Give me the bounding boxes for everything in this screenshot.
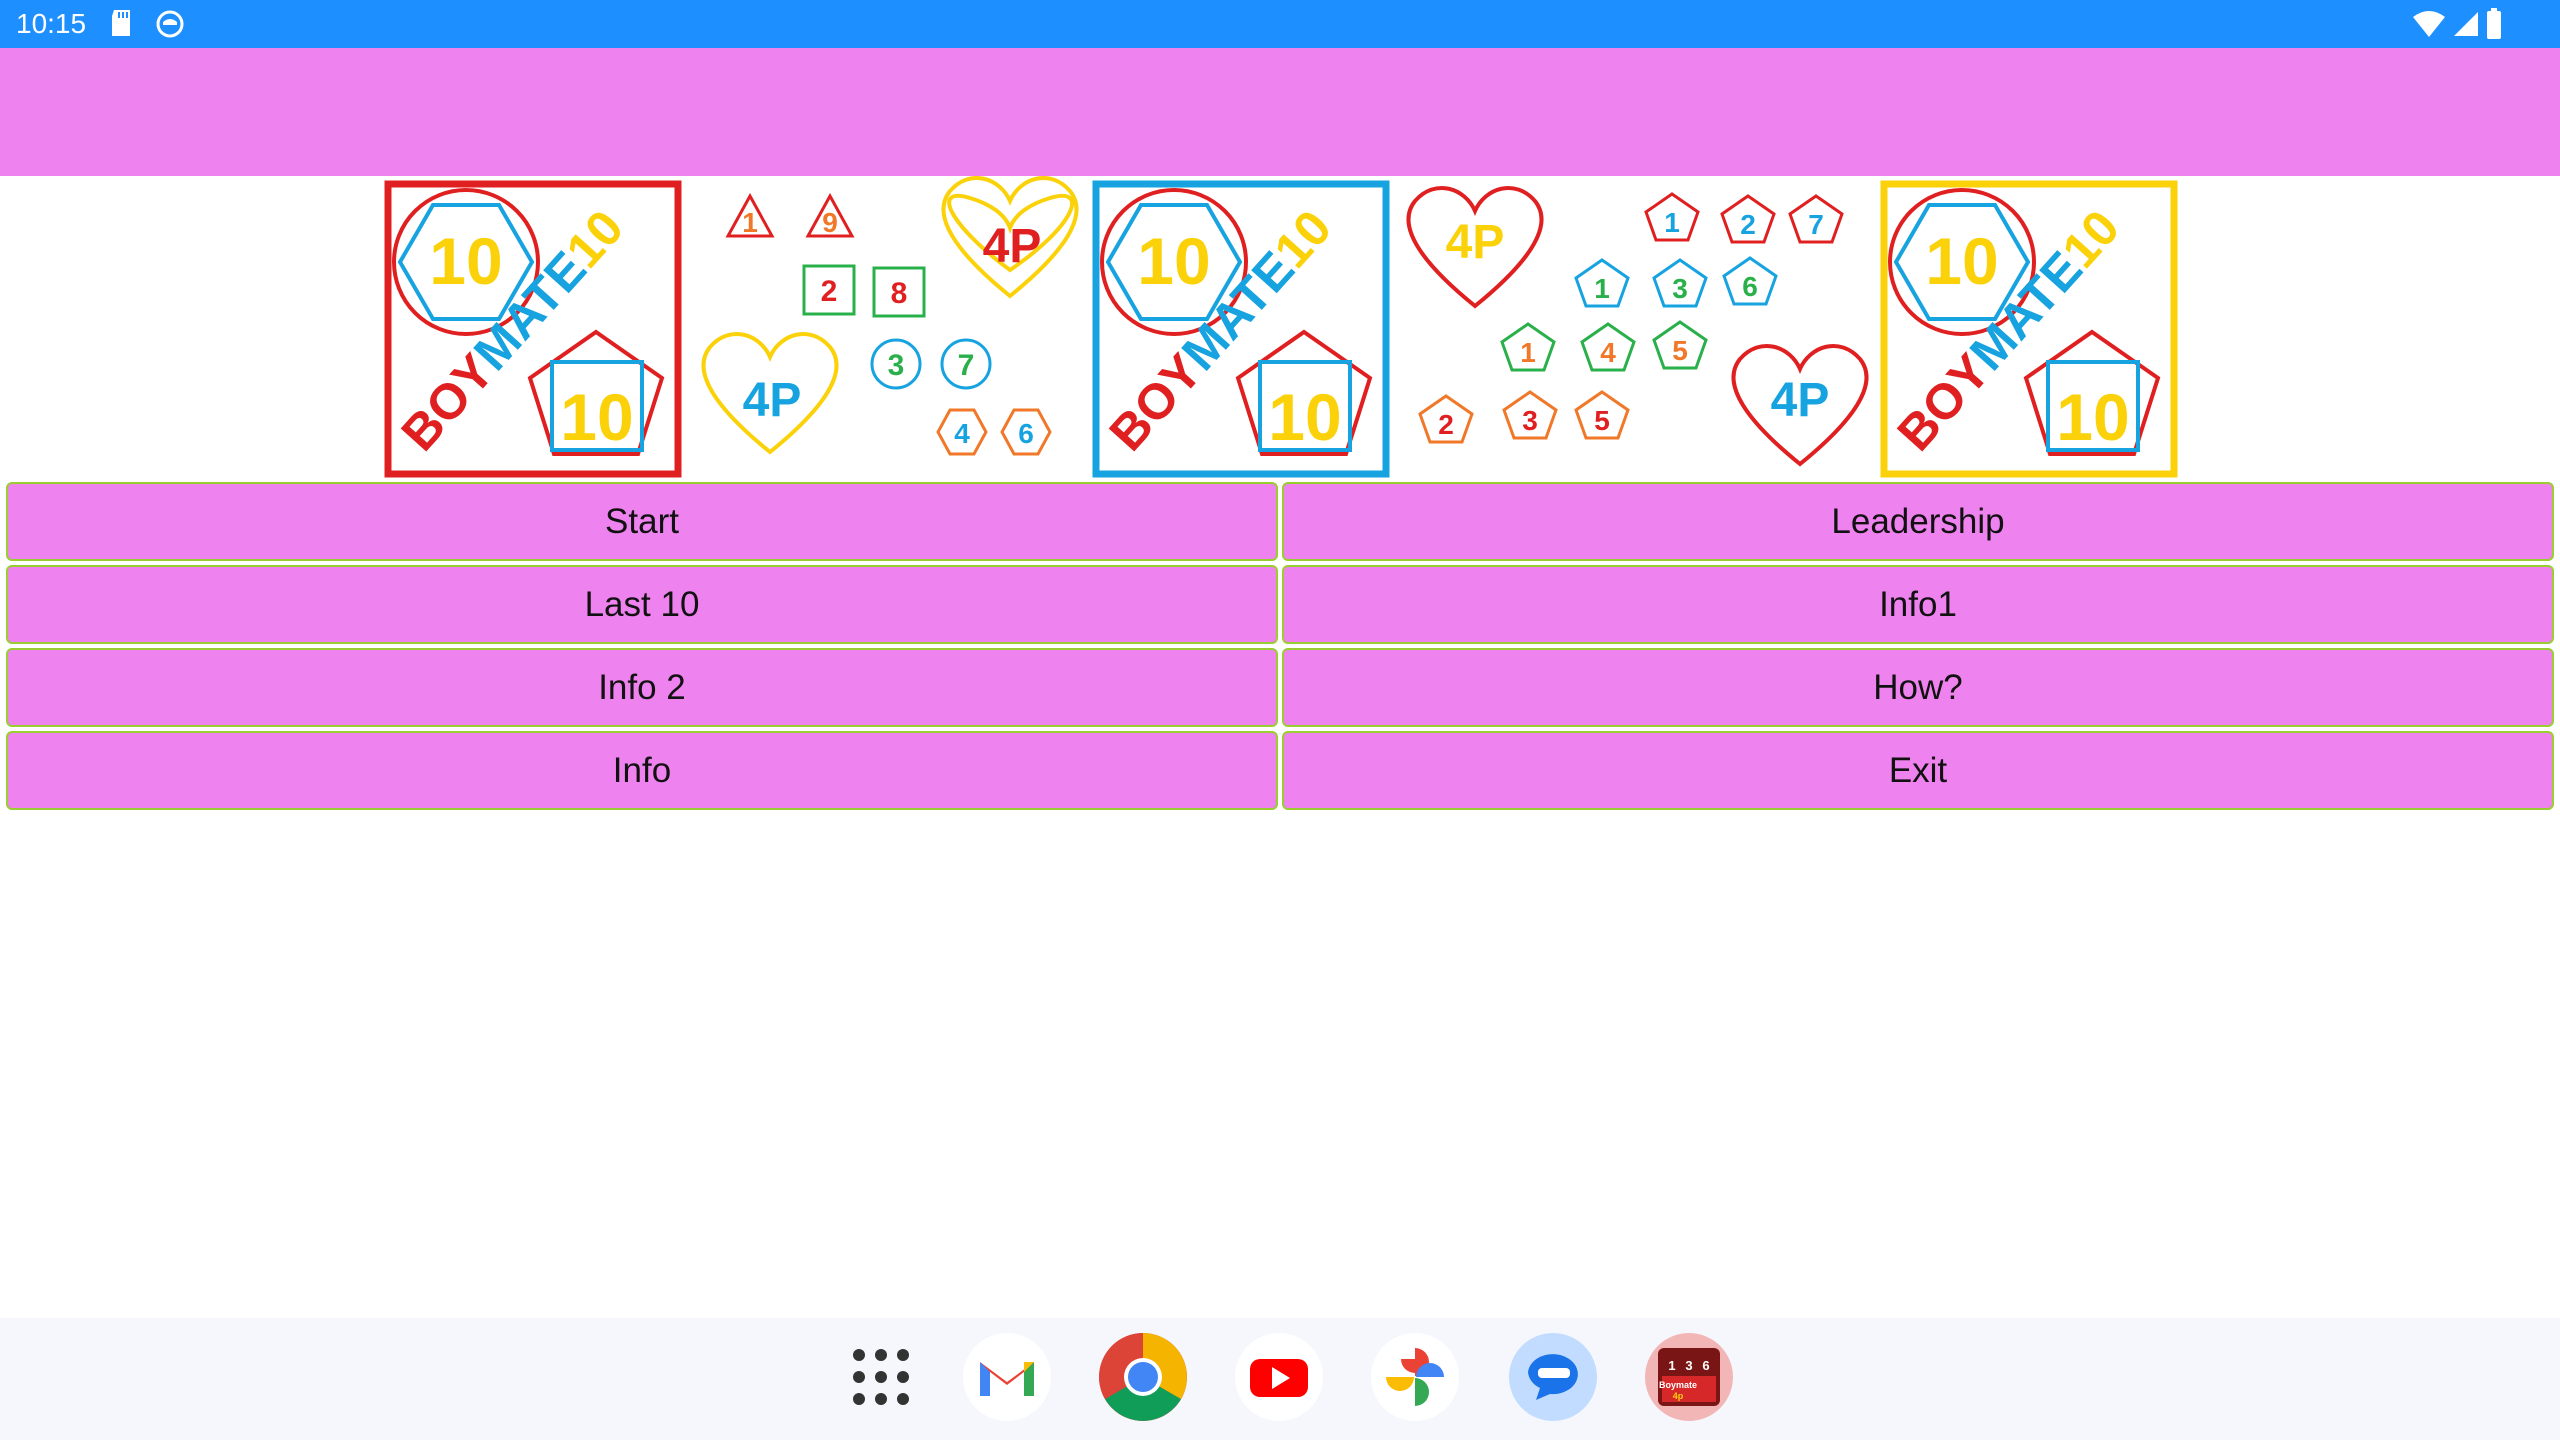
start-button[interactable]: Start — [6, 482, 1278, 561]
status-bar: 10:15 — [0, 0, 2560, 48]
svg-text:2: 2 — [821, 275, 838, 308]
last-10-button[interactable]: Last 10 — [6, 565, 1278, 644]
svg-text:1: 1 — [742, 207, 758, 238]
info1-button[interactable]: Info1 — [1282, 565, 2554, 644]
svg-text:2: 2 — [1438, 409, 1454, 440]
svg-text:6: 6 — [1018, 418, 1034, 449]
svg-text:10: 10 — [1137, 224, 1210, 298]
svg-text:1: 1 — [1664, 207, 1680, 238]
svg-text:7: 7 — [958, 349, 975, 382]
boymate-app-icon[interactable]: 1 3 6 Boymate 4p — [1644, 1332, 1734, 1422]
shapes-decoration-right: 4P 4P 1 2 7 1 3 6 1 4 5 2 3 5 — [1406, 185, 1869, 467]
main-menu: Start Leadership Last 10 Info1 Info 2 Ho… — [6, 482, 2554, 810]
info-button[interactable]: Info — [6, 731, 1278, 810]
svg-text:4P: 4P — [1771, 374, 1830, 427]
app-drawer-icon[interactable] — [836, 1332, 926, 1422]
svg-text:3: 3 — [1685, 1358, 1692, 1373]
svg-text:10: 10 — [2056, 380, 2129, 454]
logo-number: 10 — [560, 380, 633, 454]
svg-text:8: 8 — [891, 277, 908, 310]
status-time: 10:15 — [16, 8, 87, 39]
svg-text:4P: 4P — [983, 220, 1042, 273]
svg-text:1: 1 — [1594, 273, 1610, 304]
svg-text:4P: 4P — [1446, 216, 1505, 269]
banner-image: 10 10 BOYMATE10 1 9 2 8 3 7 4 6 4P 4P 10… — [0, 176, 2560, 482]
messages-icon[interactable] — [1508, 1332, 1598, 1422]
leadership-button[interactable]: Leadership — [1282, 482, 2554, 561]
svg-text:4P: 4P — [743, 374, 802, 427]
exit-button[interactable]: Exit — [1282, 731, 2554, 810]
notification-circle-icon — [156, 10, 184, 38]
info-2-button[interactable]: Info 2 — [6, 648, 1278, 727]
photos-icon[interactable] — [1370, 1332, 1460, 1422]
chrome-icon[interactable] — [1098, 1332, 1188, 1422]
svg-text:4p: 4p — [1673, 1391, 1684, 1401]
logo-number: 10 — [429, 224, 502, 298]
svg-text:1: 1 — [1668, 1358, 1675, 1373]
svg-text:5: 5 — [1594, 405, 1610, 436]
svg-text:6: 6 — [1742, 271, 1758, 302]
svg-text:4: 4 — [1600, 337, 1616, 368]
logo-tile-blue: 10 10 BOYMATE10 — [1092, 180, 1390, 478]
svg-text:3: 3 — [1522, 405, 1538, 436]
gmail-icon[interactable] — [962, 1332, 1052, 1422]
svg-text:5: 5 — [1672, 335, 1688, 366]
youtube-icon[interactable] — [1234, 1332, 1324, 1422]
battery-icon — [2487, 8, 2501, 39]
cell-signal-icon — [2454, 12, 2478, 36]
how-button[interactable]: How? — [1282, 648, 2554, 727]
svg-text:2: 2 — [1740, 209, 1756, 240]
svg-text:3: 3 — [888, 349, 905, 382]
logo-tile-yellow: 10 10 BOYMATE10 — [1880, 180, 2178, 478]
svg-text:4: 4 — [954, 418, 970, 449]
svg-text:6: 6 — [1702, 1358, 1709, 1373]
svg-text:9: 9 — [822, 207, 838, 238]
sd-card-icon — [112, 10, 130, 36]
svg-text:10: 10 — [1925, 224, 1998, 298]
wifi-icon — [2413, 11, 2445, 37]
svg-text:Boymate: Boymate — [1659, 1380, 1697, 1390]
logo-tile-red: 10 10 BOYMATE10 — [384, 180, 682, 478]
svg-text:10: 10 — [1268, 380, 1341, 454]
shapes-decoration-left: 1 9 2 8 3 7 4 6 4P 4P — [701, 176, 1079, 456]
svg-text:7: 7 — [1808, 209, 1824, 240]
svg-text:1: 1 — [1520, 337, 1536, 368]
svg-text:3: 3 — [1672, 273, 1688, 304]
app-bar — [0, 48, 2560, 176]
